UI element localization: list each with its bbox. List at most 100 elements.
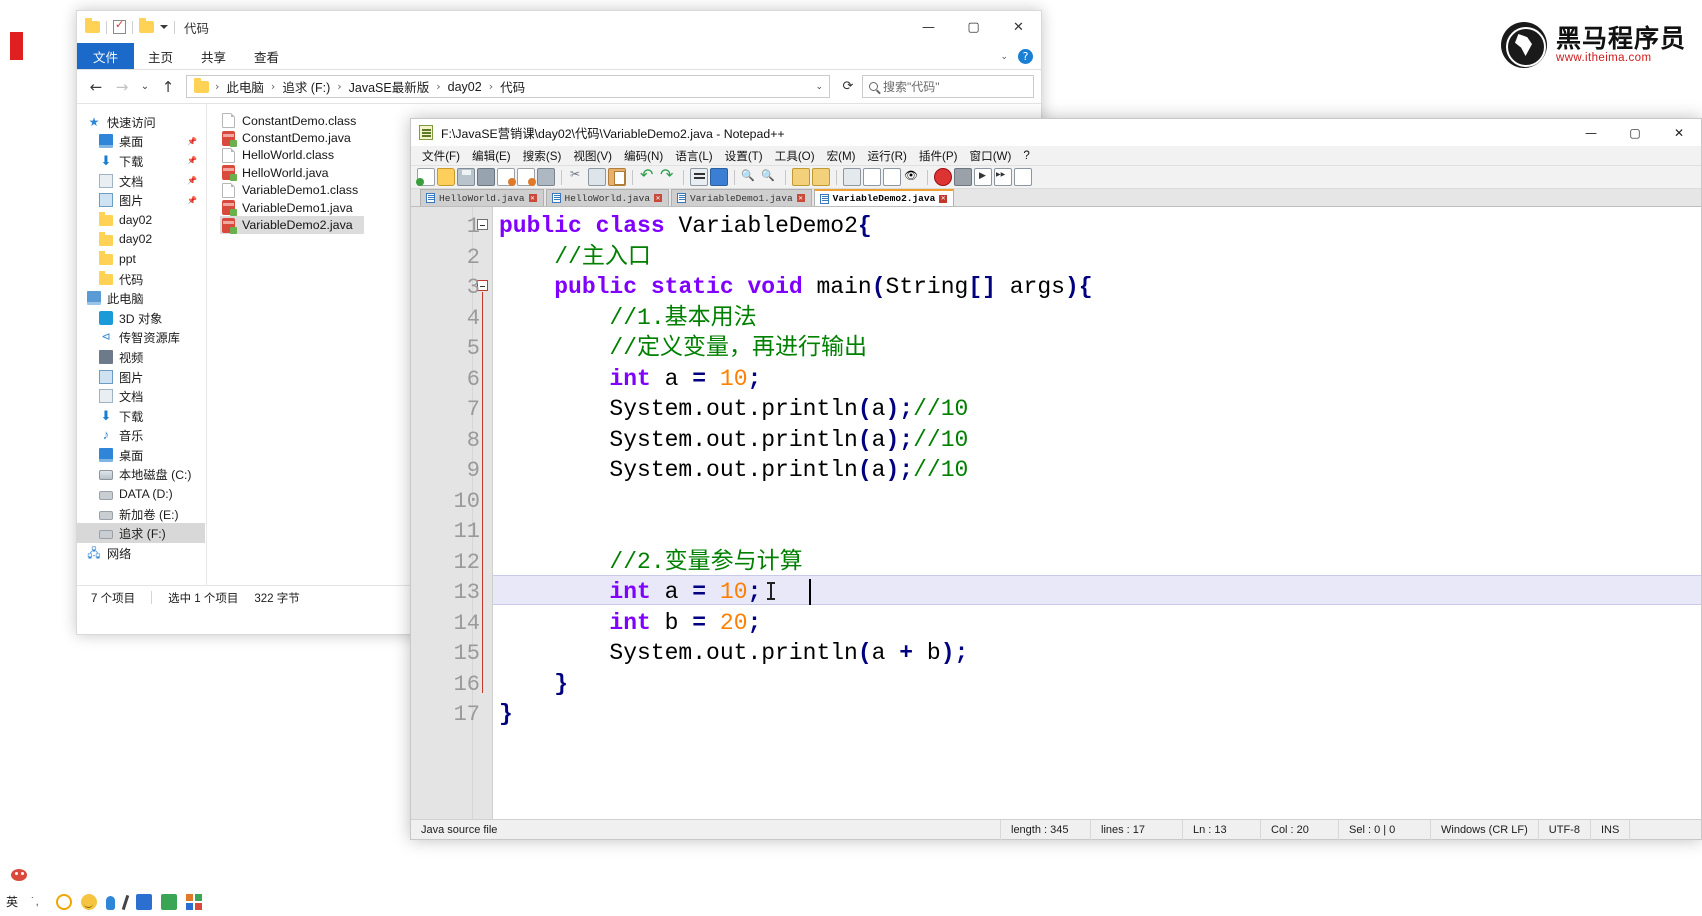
help-icon[interactable]: ? xyxy=(1018,49,1033,64)
ribbon-tab-home[interactable]: 主页 xyxy=(134,43,187,69)
tree-item--16[interactable]: ♪ 音乐 xyxy=(77,426,206,446)
folder-icon[interactable] xyxy=(85,18,100,33)
menu-item-10[interactable]: 插件(P) xyxy=(913,148,964,164)
notepadpp-tab-bar[interactable]: HelloWorld.java ✕ HelloWorld.java ✕ Variable… xyxy=(411,189,1701,207)
address-bar[interactable]: › 此电脑 › 追求 (F:) › JavaSE最新版 › day02 › 代码… xyxy=(186,75,830,98)
record-macro-icon[interactable] xyxy=(934,168,952,186)
explorer-navigation-pane[interactable]: ★ 快速访问 桌面 📌 ⬇ 下载 📌 文档 📌 图片 📌 day02 day02 ppt 代码 此电脑 3D 对… xyxy=(77,104,207,585)
tab-close-icon[interactable]: ✕ xyxy=(528,194,537,202)
breadcrumb-this-pc[interactable]: 此电脑 xyxy=(223,77,267,96)
menu-item-5[interactable]: 语言(L) xyxy=(669,148,718,164)
editor-tab-3[interactable]: VariableDemo2.java ✕ xyxy=(813,189,955,206)
tree-item--8[interactable]: 代码 xyxy=(77,269,206,289)
ribbon-tab-share[interactable]: 共享 xyxy=(187,43,240,69)
close-file-icon[interactable] xyxy=(497,168,516,186)
explorer-ribbon-tabs[interactable]: 文件 主页 共享 查看 ⌄ ? xyxy=(77,43,1041,70)
menu-item-1[interactable]: 编辑(E) xyxy=(466,148,517,164)
ribbon-tab-file[interactable]: 文件 xyxy=(77,43,135,69)
minimize-button[interactable]: — xyxy=(906,11,951,43)
menu-item-6[interactable]: 设置(T) xyxy=(719,148,769,164)
pin-icon[interactable]: 📌 xyxy=(187,156,197,165)
print-icon[interactable] xyxy=(537,168,555,186)
tree-item-3d-10[interactable]: 3D 对象 xyxy=(77,308,206,328)
file-list-item[interactable]: VariableDemo2.java xyxy=(220,216,364,234)
save-all-icon[interactable] xyxy=(477,168,495,186)
customize-caret-icon[interactable] xyxy=(160,25,168,29)
sync-vertical-icon[interactable] xyxy=(792,168,810,186)
tree-item--1[interactable]: 桌面 📌 xyxy=(77,132,206,152)
tree-item--14[interactable]: 文档 xyxy=(77,386,206,406)
menu-item-11[interactable]: 窗口(W) xyxy=(964,148,1018,164)
tab-close-icon[interactable]: ✕ xyxy=(796,194,805,202)
tree-item--2[interactable]: ⬇ 下载 📌 xyxy=(77,151,206,171)
show-symbol-icon[interactable] xyxy=(903,168,921,186)
pen-icon[interactable] xyxy=(121,894,130,910)
explorer-navigation-bar[interactable]: ← → ⌄ ↑ › 此电脑 › 追求 (F:) › JavaSE最新版 › da… xyxy=(77,70,1041,103)
address-dropdown-icon[interactable]: ⌄ xyxy=(815,81,823,92)
ime-chinese-icon[interactable]: 英 xyxy=(6,894,22,910)
pin-icon[interactable]: 📌 xyxy=(187,176,197,185)
tree-item--17[interactable]: 桌面 xyxy=(77,445,206,465)
menu-item-2[interactable]: 搜索(S) xyxy=(517,148,568,164)
editor-tab-2[interactable]: VariableDemo1.java ✕ xyxy=(671,189,812,206)
minimize-button[interactable]: — xyxy=(1569,119,1613,146)
menu-item-7[interactable]: 工具(O) xyxy=(769,148,821,164)
indent-guide-icon[interactable] xyxy=(883,168,901,186)
notepadpp-toolbar[interactable] xyxy=(411,165,1701,189)
tree-item--9[interactable]: 此电脑 xyxy=(77,288,206,308)
editor-tab-1[interactable]: HelloWorld.java ✕ xyxy=(545,189,670,206)
tree-item--0[interactable]: ★ 快速访问 xyxy=(77,112,206,132)
pin-icon[interactable]: 📌 xyxy=(187,137,197,146)
tree-item-day02-5[interactable]: day02 xyxy=(77,210,206,230)
sync-horizontal-icon[interactable] xyxy=(812,168,830,186)
mic-icon[interactable] xyxy=(106,895,115,910)
play-macro-icon[interactable] xyxy=(974,168,992,186)
zoom-out-icon[interactable] xyxy=(761,168,779,186)
tree-item-day02-6[interactable]: day02 xyxy=(77,230,206,250)
new-folder-icon[interactable] xyxy=(139,18,154,33)
save-icon[interactable] xyxy=(457,168,475,186)
redo-icon[interactable] xyxy=(659,165,677,186)
forward-button[interactable]: → xyxy=(110,75,134,99)
menu-item-4[interactable]: 编码(N) xyxy=(618,148,669,164)
notepadpp-menu-bar[interactable]: 文件(F) 编辑(E) 搜索(S) 视图(V) 编码(N) 语言(L) 设置(T) 工具(O)… xyxy=(411,146,1701,166)
tree-item-f-21[interactable]: 追求 (F:) xyxy=(77,523,205,544)
breadcrumb-drive[interactable]: 追求 (F:) xyxy=(279,77,333,96)
green-app-icon[interactable] xyxy=(161,894,177,910)
copy-icon[interactable] xyxy=(588,168,606,186)
cut-icon[interactable] xyxy=(568,167,586,186)
tree-item-c-18[interactable]: 本地磁盘 (C:) xyxy=(77,465,206,485)
paste-icon[interactable] xyxy=(608,168,626,186)
menu-item-8[interactable]: 宏(M) xyxy=(821,148,862,164)
dots-icon[interactable]: ˙, xyxy=(31,894,47,910)
tree-item--11[interactable]: ⊲ 传智资源库 xyxy=(77,328,206,348)
breadcrumb-javase[interactable]: JavaSE最新版 xyxy=(346,77,433,96)
menu-item-3[interactable]: 视图(V) xyxy=(567,148,618,164)
tab-close-icon[interactable]: ✕ xyxy=(939,194,948,203)
new-file-icon[interactable] xyxy=(416,168,435,186)
save-macro-icon[interactable] xyxy=(1014,168,1032,186)
blue-app-icon[interactable] xyxy=(136,894,152,910)
breadcrumb-day02[interactable]: day02 xyxy=(445,80,485,94)
close-button[interactable]: ✕ xyxy=(1657,119,1701,146)
close-button[interactable]: ✕ xyxy=(996,11,1041,43)
tree-item-e-20[interactable]: 新加卷 (E:) xyxy=(77,504,206,524)
replace-icon[interactable] xyxy=(710,168,728,186)
editor-tab-0[interactable]: HelloWorld.java ✕ xyxy=(420,189,544,206)
menu-item-9[interactable]: 运行(R) xyxy=(862,148,913,164)
ribbon-tab-view[interactable]: 查看 xyxy=(240,43,293,69)
refresh-button[interactable]: ⟳ xyxy=(836,75,860,98)
emoji-icon[interactable] xyxy=(56,894,72,910)
smiley-icon[interactable] xyxy=(81,894,97,910)
tree-item--15[interactable]: ⬇ 下载 xyxy=(77,406,206,426)
close-all-icon[interactable] xyxy=(517,168,536,186)
tree-item-datad-19[interactable]: DATA (D:) xyxy=(77,484,206,504)
expand-ribbon-icon[interactable]: ⌄ xyxy=(1000,51,1008,62)
explorer-window-controls[interactable]: — ▢ ✕ xyxy=(906,11,1041,43)
breadcrumb-code[interactable]: 代码 xyxy=(497,77,528,96)
all-chars-icon[interactable] xyxy=(863,168,881,186)
word-wrap-icon[interactable] xyxy=(843,168,861,186)
tree-item--4[interactable]: 图片 📌 xyxy=(77,190,206,210)
menu-item-12[interactable]: ? xyxy=(1017,149,1035,162)
system-tray[interactable]: 英 ˙, xyxy=(6,894,202,910)
